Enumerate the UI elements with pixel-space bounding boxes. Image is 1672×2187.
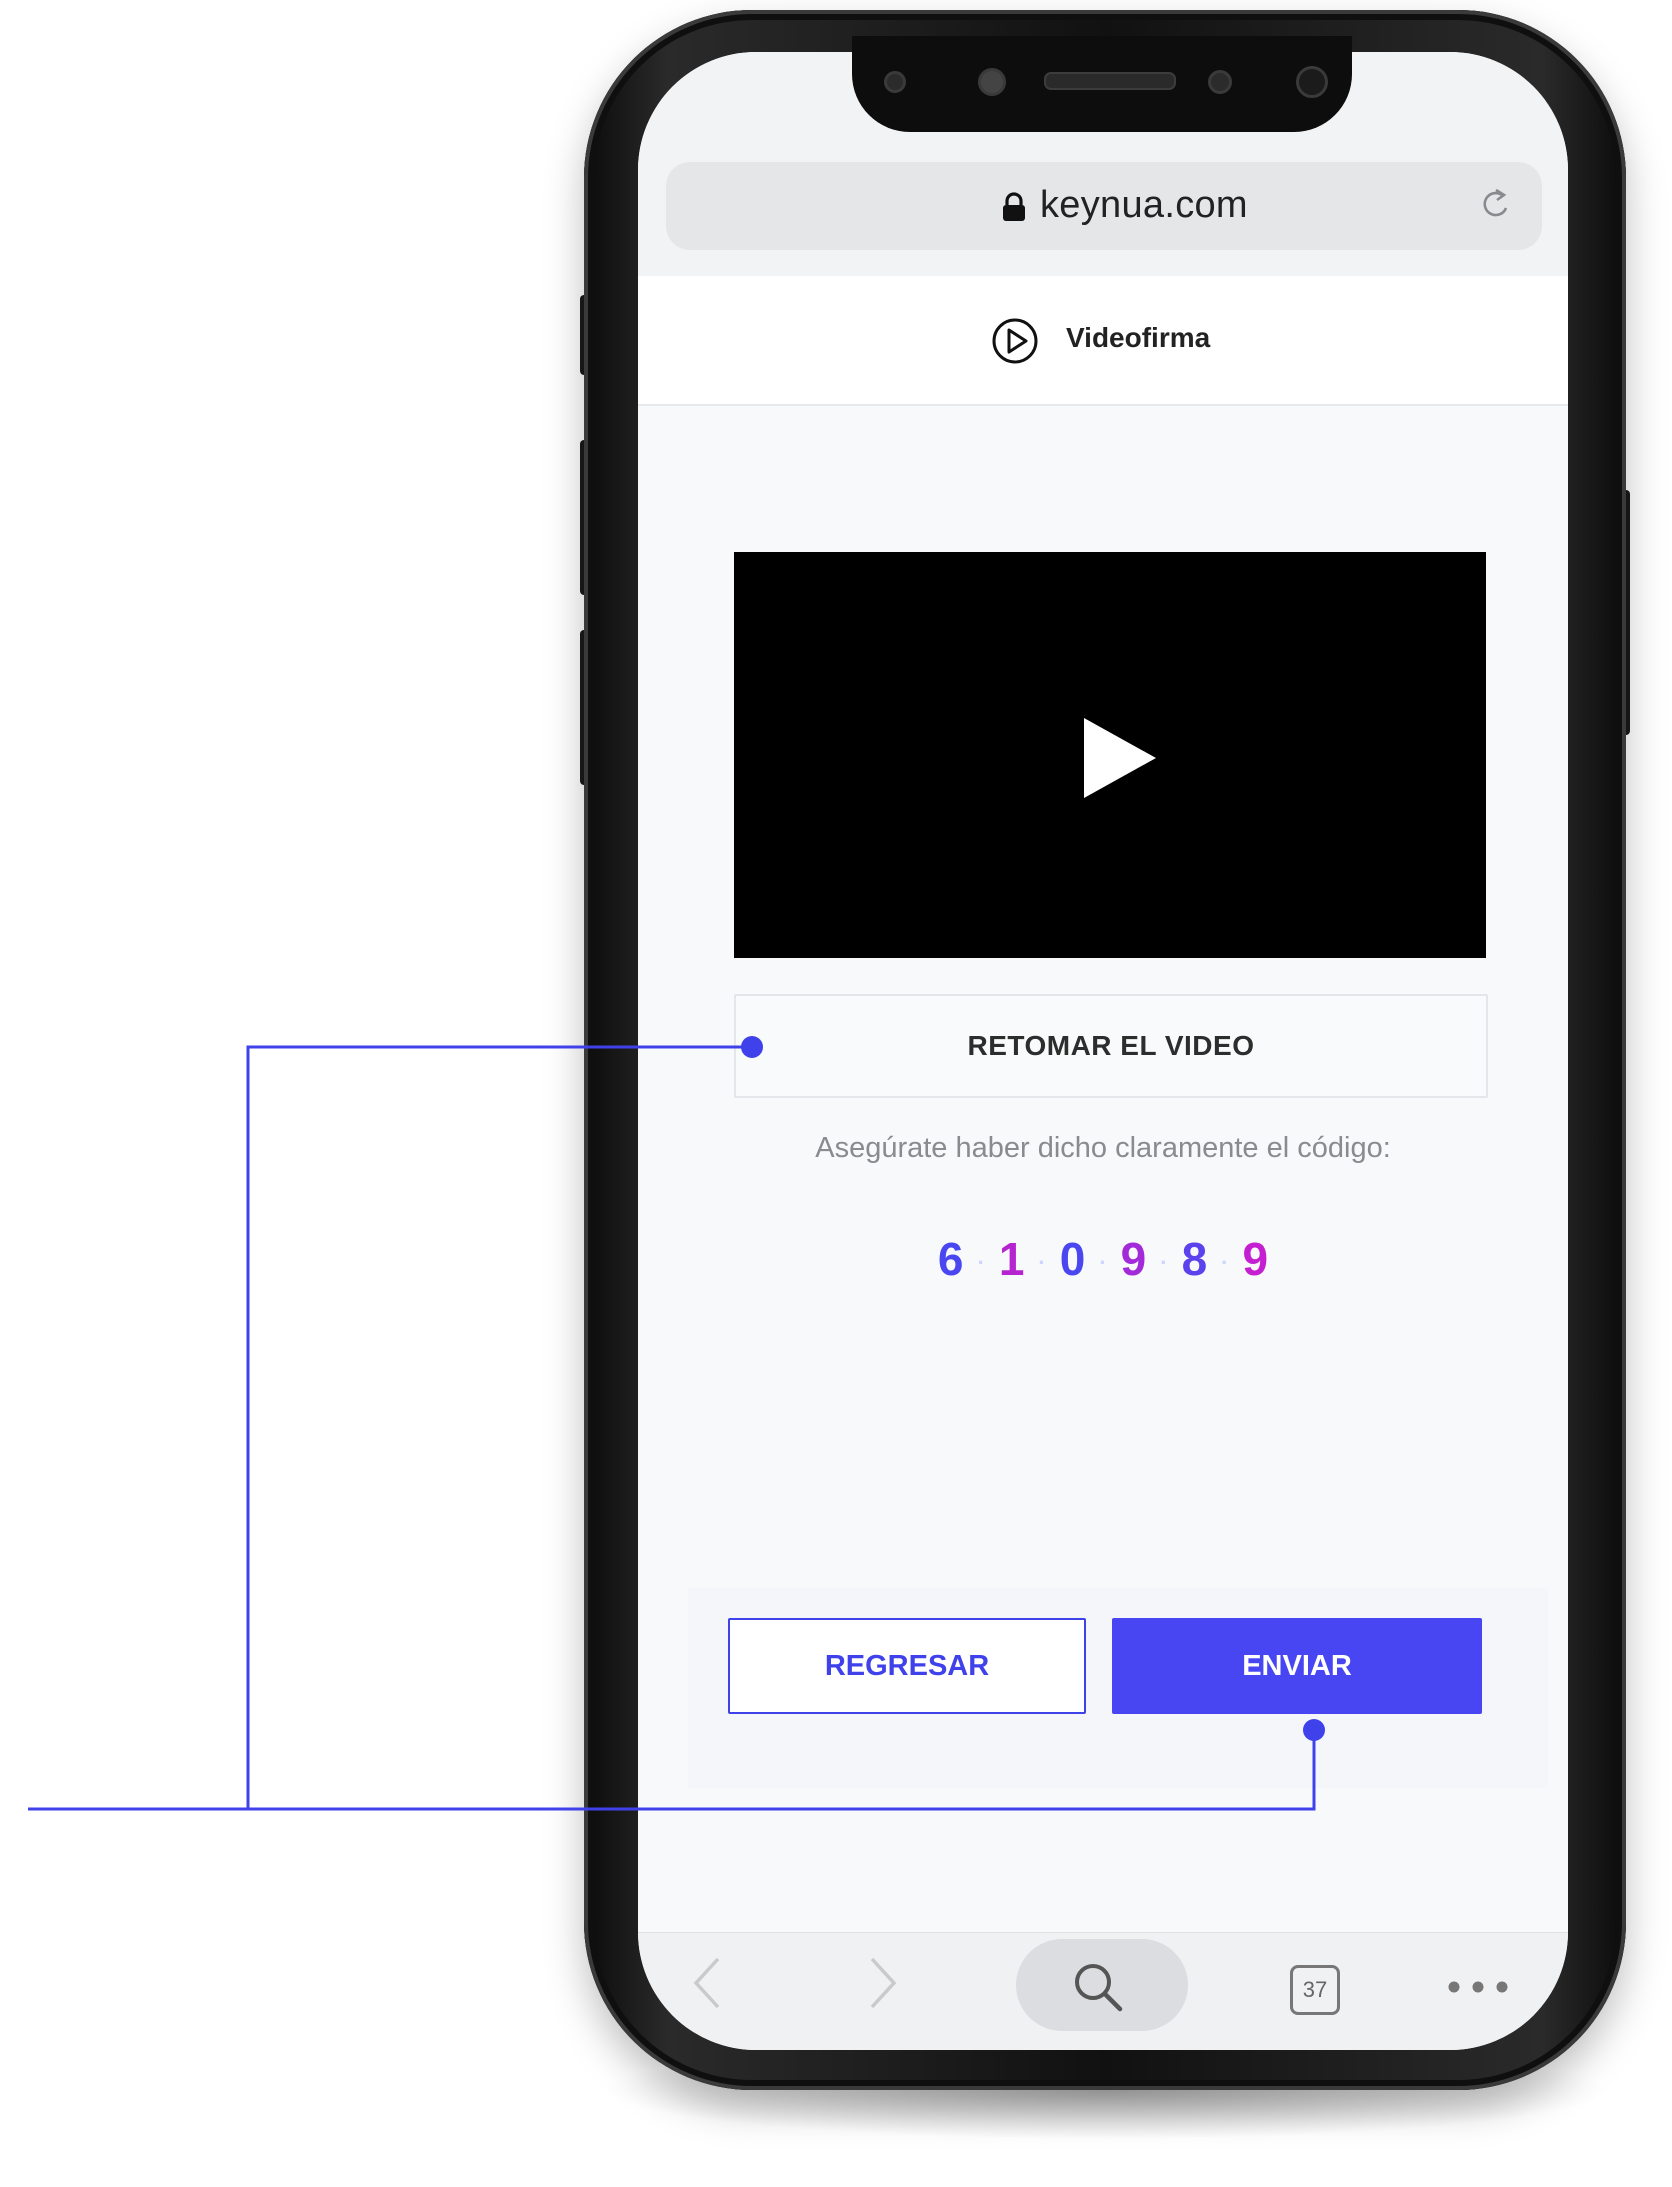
code-separator: · xyxy=(1038,1249,1046,1275)
play-icon[interactable] xyxy=(1082,716,1158,800)
code-digit: 6 xyxy=(937,1233,964,1285)
code-hint: Asegúrate haber dicho claramente el códi… xyxy=(815,1132,1391,1164)
code-separator: · xyxy=(1221,1249,1229,1275)
address-bar[interactable]: keynua.com xyxy=(666,162,1542,250)
lock-icon xyxy=(1003,192,1025,221)
phone-notch xyxy=(852,36,1352,132)
search-button[interactable] xyxy=(1016,1939,1188,2031)
sensor xyxy=(978,68,1006,96)
earpiece-speaker xyxy=(1044,72,1176,90)
verification-code: 6 · 1 · 0 · 9 · 8 · 9 xyxy=(638,1232,1568,1286)
url-text: keynua.com xyxy=(1040,184,1248,226)
front-camera xyxy=(1296,66,1328,98)
reload-icon[interactable] xyxy=(1476,186,1516,226)
scene: keynua.com Videofirma RETOMAR EL VIDEO A… xyxy=(0,0,1672,2187)
browser-bottom-toolbar: 37 xyxy=(638,1932,1568,2050)
play-circle-icon xyxy=(992,318,1038,364)
retake-video-button[interactable]: RETOMAR EL VIDEO xyxy=(734,994,1488,1098)
code-digit: 9 xyxy=(1242,1233,1269,1285)
sensor xyxy=(1208,70,1232,94)
code-digit: 0 xyxy=(1059,1233,1086,1285)
page-title: Videofirma xyxy=(1066,322,1211,353)
tabs-button[interactable]: 37 xyxy=(1290,1965,1340,2015)
send-button[interactable]: ENVIAR xyxy=(1112,1618,1482,1714)
video-preview[interactable] xyxy=(734,552,1486,958)
code-digit: 9 xyxy=(1120,1233,1147,1285)
chevron-right-icon[interactable] xyxy=(864,1953,904,2013)
phone-screen: keynua.com Videofirma RETOMAR EL VIDEO A… xyxy=(638,52,1568,2050)
page-header: Videofirma xyxy=(638,276,1568,406)
chevron-left-icon[interactable] xyxy=(686,1953,726,2013)
code-separator: · xyxy=(1160,1249,1168,1275)
search-icon xyxy=(1075,1964,1123,2012)
back-button[interactable]: REGRESAR xyxy=(728,1618,1086,1714)
code-separator: · xyxy=(977,1249,985,1275)
code-separator: · xyxy=(1099,1249,1107,1275)
code-digit: 1 xyxy=(998,1233,1025,1285)
more-icon[interactable] xyxy=(1446,1979,1510,1995)
code-digit: 8 xyxy=(1181,1233,1208,1285)
sensor xyxy=(884,71,906,93)
